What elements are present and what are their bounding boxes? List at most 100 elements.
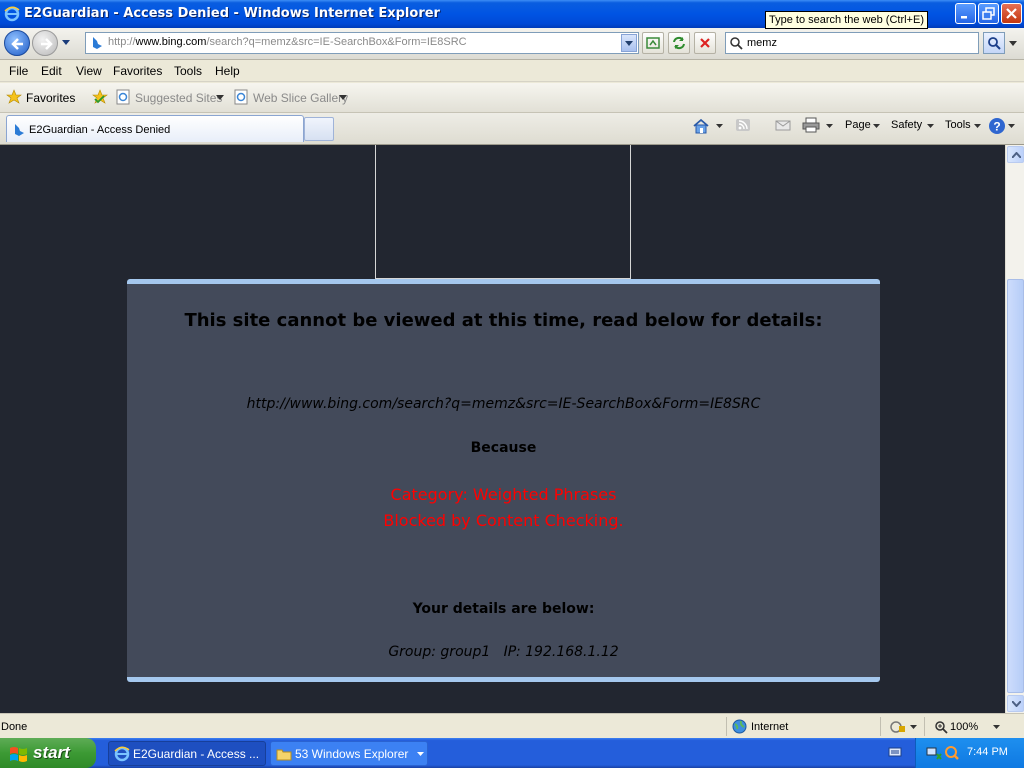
menu-favorites[interactable]: Favorites — [113, 64, 162, 78]
window-title: E2Guardian - Access Denied - Windows Int… — [24, 6, 440, 21]
chevron-down-icon[interactable] — [716, 124, 723, 129]
status-divider — [924, 717, 925, 736]
address-bar[interactable]: http://www.bing.com/search?q=memz&src=IE… — [85, 32, 639, 54]
top-frame-box — [375, 145, 631, 279]
recent-pages-dropdown-icon[interactable] — [61, 38, 71, 46]
menu-bar: File Edit View Favorites Tools Help — [0, 60, 1024, 82]
compatibility-view-button[interactable] — [642, 32, 664, 54]
menu-edit[interactable]: Edit — [41, 64, 62, 78]
chevron-down-icon — [417, 752, 424, 756]
stop-button[interactable] — [694, 32, 716, 54]
bing-favicon-icon — [15, 124, 24, 136]
home-icon[interactable] — [692, 117, 710, 135]
page-menu[interactable]: Page — [845, 119, 871, 131]
status-divider — [726, 717, 727, 736]
search-tooltip: Type to search the web (Ctrl+E) — [765, 11, 928, 29]
add-to-favorites-bar-icon[interactable] — [92, 89, 110, 105]
print-icon[interactable] — [802, 117, 820, 133]
restore-icon — [982, 7, 995, 20]
suggested-sites-link[interactable]: Suggested Sites — [135, 91, 222, 105]
chevron-down-icon[interactable] — [339, 95, 347, 101]
refresh-button[interactable] — [668, 32, 690, 54]
taskbar: start E2Guardian - Access ... 53 Windows… — [0, 738, 1024, 768]
scroll-up-button[interactable] — [1007, 146, 1024, 163]
address-url[interactable]: http://www.bing.com/search?q=memz&src=IE… — [108, 36, 467, 48]
tab-e2guardian[interactable]: E2Guardian - Access Denied — [6, 115, 304, 142]
search-options-dropdown-icon[interactable] — [1006, 32, 1020, 54]
chevron-down-icon[interactable] — [826, 124, 833, 129]
chevron-down-icon[interactable] — [1008, 124, 1015, 129]
taskbar-item-ie[interactable]: E2Guardian - Access ... — [108, 741, 266, 766]
tab-title: E2Guardian - Access Denied — [29, 124, 171, 136]
start-button[interactable]: start — [0, 738, 96, 768]
address-dropdown-button[interactable] — [621, 34, 637, 52]
chevron-down-icon[interactable] — [873, 124, 880, 129]
protected-mode-icon[interactable] — [890, 720, 906, 734]
because-label: Because — [470, 440, 537, 456]
help-icon[interactable]: ? — [988, 117, 1006, 135]
internet-explorer-icon — [4, 6, 20, 22]
chevron-up-icon — [1012, 152, 1021, 158]
search-tray-icon[interactable] — [944, 745, 960, 761]
navigation-bar: http://www.bing.com/search?q=memz&src=IE… — [0, 28, 1024, 60]
web-slice-gallery-link[interactable]: Web Slice Gallery — [253, 91, 348, 105]
block-category: Category: Weighted Phrases — [390, 485, 617, 504]
ie-page-icon — [116, 89, 130, 105]
restore-button[interactable] — [978, 3, 999, 24]
read-mail-icon[interactable] — [775, 117, 791, 133]
status-text: Done — [1, 721, 28, 733]
search-input[interactable]: memz — [747, 37, 777, 49]
system-tray: 7:44 PM — [915, 738, 1024, 768]
chevron-down-icon[interactable] — [927, 124, 934, 129]
taskbar-item-label: 53 Windows Explorer — [295, 747, 409, 761]
start-label: start — [33, 743, 70, 762]
clock[interactable]: 7:44 PM — [967, 746, 1008, 758]
block-reason: Blocked by Content Checking. — [383, 511, 624, 530]
keyboard-language-icon[interactable] — [888, 745, 902, 759]
windows-logo-icon — [10, 747, 27, 762]
chevron-down-icon[interactable] — [910, 725, 917, 730]
zoom-level[interactable]: 100% — [950, 721, 978, 733]
internet-explorer-icon — [114, 746, 130, 762]
forward-arrow-icon — [41, 38, 53, 50]
page-viewport: This site cannot be viewed at this time,… — [0, 145, 1005, 713]
chevron-down-icon[interactable] — [974, 124, 981, 129]
favorites-button[interactable]: Favorites — [26, 91, 75, 105]
new-tab-button[interactable] — [304, 117, 334, 141]
page-heading: This site cannot be viewed at this time,… — [184, 310, 823, 331]
close-icon — [1006, 8, 1017, 19]
status-bar: Done Internet 100% — [0, 713, 1024, 738]
group-ip-details: Group: group1 IP: 192.168.1.12 — [388, 644, 619, 660]
vertical-scrollbar[interactable] — [1005, 145, 1024, 713]
menu-file[interactable]: File — [9, 64, 28, 78]
close-button[interactable] — [1001, 3, 1022, 24]
back-button[interactable] — [4, 30, 30, 56]
title-bar: E2Guardian - Access Denied - Windows Int… — [0, 0, 1024, 29]
security-zone[interactable]: Internet — [751, 721, 788, 733]
zoom-icon[interactable] — [934, 720, 948, 734]
menu-tools[interactable]: Tools — [174, 64, 202, 78]
taskbar-item-label: E2Guardian - Access ... — [133, 747, 260, 761]
scroll-thumb[interactable] — [1007, 279, 1024, 693]
scroll-down-button[interactable] — [1007, 695, 1024, 712]
minimize-button[interactable] — [955, 3, 976, 24]
network-icon[interactable] — [926, 745, 942, 761]
rss-feeds-icon[interactable] — [735, 117, 751, 133]
stop-icon — [700, 38, 710, 48]
chevron-down-icon — [1012, 701, 1021, 707]
search-box[interactable]: memz — [725, 32, 979, 54]
internet-zone-globe-icon — [732, 719, 747, 734]
blocked-url: http://www.bing.com/search?q=memz&src=IE… — [246, 396, 761, 412]
chevron-down-icon[interactable] — [993, 725, 1000, 730]
access-denied-panel: This site cannot be viewed at this time,… — [127, 279, 880, 682]
tools-menu[interactable]: Tools — [945, 119, 971, 131]
favorites-bar: Favorites Suggested Sites Web Slice Gall… — [0, 83, 1024, 113]
safety-menu[interactable]: Safety — [891, 119, 922, 131]
taskbar-item-explorer[interactable]: 53 Windows Explorer — [270, 741, 428, 766]
chevron-down-icon[interactable] — [216, 95, 224, 101]
bing-favicon-icon — [93, 37, 102, 49]
search-go-button[interactable] — [983, 32, 1005, 54]
forward-button[interactable] — [32, 30, 58, 56]
menu-view[interactable]: View — [76, 64, 102, 78]
menu-help[interactable]: Help — [215, 64, 240, 78]
